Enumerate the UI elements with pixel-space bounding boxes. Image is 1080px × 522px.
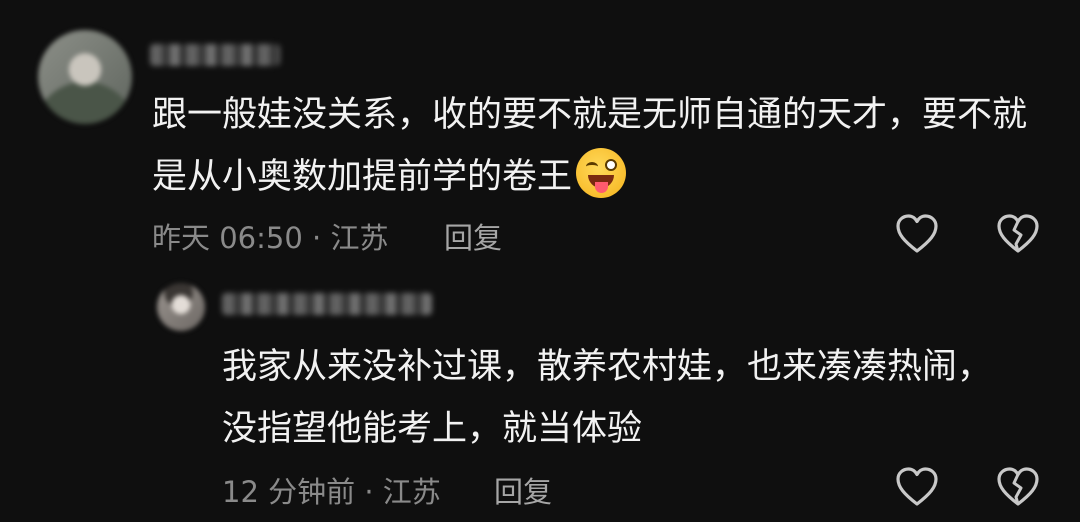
heart-outline-icon [896,467,938,506]
like-button[interactable] [894,213,940,255]
commenter-username-blurred[interactable] [150,44,280,66]
squinting-face-with-tongue-icon [576,148,627,198]
commenter-avatar[interactable] [38,30,132,124]
reply-dislike-button[interactable] [995,466,1041,508]
replier-username-blurred[interactable] [222,293,432,315]
reply-button[interactable]: 回复 [444,215,502,257]
reply-meta: 12 分钟前 · 江苏 [222,475,441,509]
comment-meta: 昨天 06:50 · 江苏 [152,221,389,255]
reply-to-reply-button[interactable]: 回复 [494,469,552,511]
heart-outline-icon [896,214,938,253]
comment-text: 跟一般娃没关系，收的要不就是无师自通的天才，要不就是从小奥数加提前学的卷王 [152,84,1052,208]
replier-avatar[interactable] [157,283,205,331]
reply-text: 我家从来没补过课，散养农村娃，也来凑凑热闹，没指望他能考上，就当体验 [222,347,993,449]
reply-like-button[interactable] [894,466,940,508]
dislike-button[interactable] [995,213,1041,255]
broken-heart-outline-icon [997,214,1039,253]
broken-heart-outline-icon [997,467,1039,506]
